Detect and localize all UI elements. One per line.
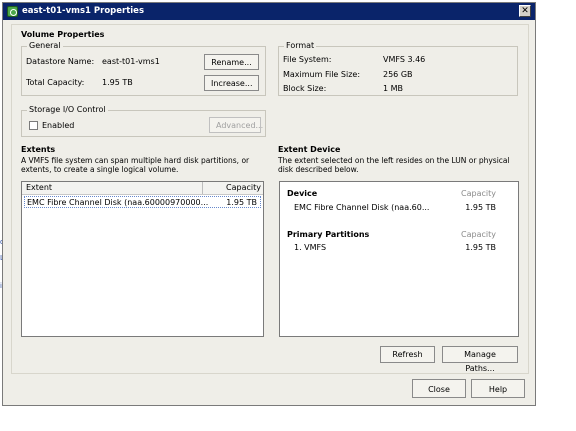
device-name: EMC Fibre Channel Disk (naa.60... <box>294 203 430 212</box>
file-system-value: VMFS 3.46 <box>383 55 426 64</box>
extent-cell: EMC Fibre Channel Disk (naa.60000970000.… <box>27 198 209 207</box>
max-file-size-value: 256 GB <box>383 70 413 79</box>
extents-description-line2: extents, to create a single logical volu… <box>21 165 179 174</box>
volume-properties-heading: Volume Properties <box>21 30 105 39</box>
enabled-checkbox[interactable] <box>29 121 38 130</box>
partition-capacity: 1.95 TB <box>465 243 496 252</box>
max-file-size-label: Maximum File Size: <box>283 70 361 79</box>
enabled-label: Enabled <box>42 121 75 130</box>
window-title: east-t01-vms1 Properties <box>22 6 145 16</box>
primary-partitions-label: Primary Partitions <box>287 230 370 239</box>
refresh-button[interactable]: Refresh <box>380 346 435 363</box>
close-button[interactable]: Close <box>412 379 466 398</box>
file-system-label: File System: <box>283 55 332 64</box>
device-capacity-label: Capacity <box>461 189 496 198</box>
datastore-icon <box>7 6 18 17</box>
close-icon[interactable]: ✕ <box>519 5 531 17</box>
rename-button[interactable]: Rename... <box>204 54 259 70</box>
general-group: General Datastore Name: east-t01-vms1 Re… <box>21 41 266 96</box>
properties-dialog: east-t01-vms1 Properties ✕ Volume Proper… <box>2 2 536 406</box>
extent-device-heading: Extent Device <box>278 145 341 154</box>
partition-name: 1. VMFS <box>294 243 327 252</box>
title-bar[interactable]: east-t01-vms1 Properties ✕ <box>3 3 535 20</box>
device-label: Device <box>287 189 318 198</box>
extents-heading: Extents <box>21 145 56 154</box>
partitions-capacity-label: Capacity <box>461 230 496 239</box>
table-row[interactable]: EMC Fibre Channel Disk (naa.60000970000.… <box>24 196 261 208</box>
increase-button[interactable]: Increase... <box>204 75 259 91</box>
total-capacity-value: 1.95 TB <box>102 78 133 87</box>
block-size-label: Block Size: <box>283 84 327 93</box>
help-button[interactable]: Help <box>471 379 525 398</box>
format-group: Format File System: VMFS 3.46 Maximum Fi… <box>278 41 518 96</box>
extent-column-header[interactable]: Extent <box>26 183 52 192</box>
general-legend: General <box>27 41 63 50</box>
storage-io-group: Storage I/O Control Enabled Advanced... <box>21 105 266 137</box>
datastore-name-label: Datastore Name: <box>26 57 95 66</box>
column-separator <box>202 182 203 194</box>
storage-io-legend: Storage I/O Control <box>27 105 108 114</box>
properties-panel: Volume Properties General Datastore Name… <box>11 24 529 374</box>
format-legend: Format <box>284 41 317 50</box>
extents-list[interactable]: Extent Capacity EMC Fibre Channel Disk (… <box>21 181 264 337</box>
manage-paths-button[interactable]: Manage Paths... <box>442 346 518 373</box>
extents-list-header: Extent Capacity <box>22 182 263 195</box>
capacity-column-header[interactable]: Capacity <box>226 183 261 192</box>
extent-device-panel: Device Capacity EMC Fibre Channel Disk (… <box>279 181 519 337</box>
block-size-value: 1 MB <box>383 84 404 93</box>
datastore-name-value: east-t01-vms1 <box>102 57 160 66</box>
advanced-button[interactable]: Advanced... <box>209 117 263 133</box>
total-capacity-label: Total Capacity: <box>26 78 85 87</box>
device-capacity: 1.95 TB <box>465 203 496 212</box>
extent-device-description-line2: disk described below. <box>278 165 359 174</box>
capacity-cell: 1.95 TB <box>226 198 257 207</box>
